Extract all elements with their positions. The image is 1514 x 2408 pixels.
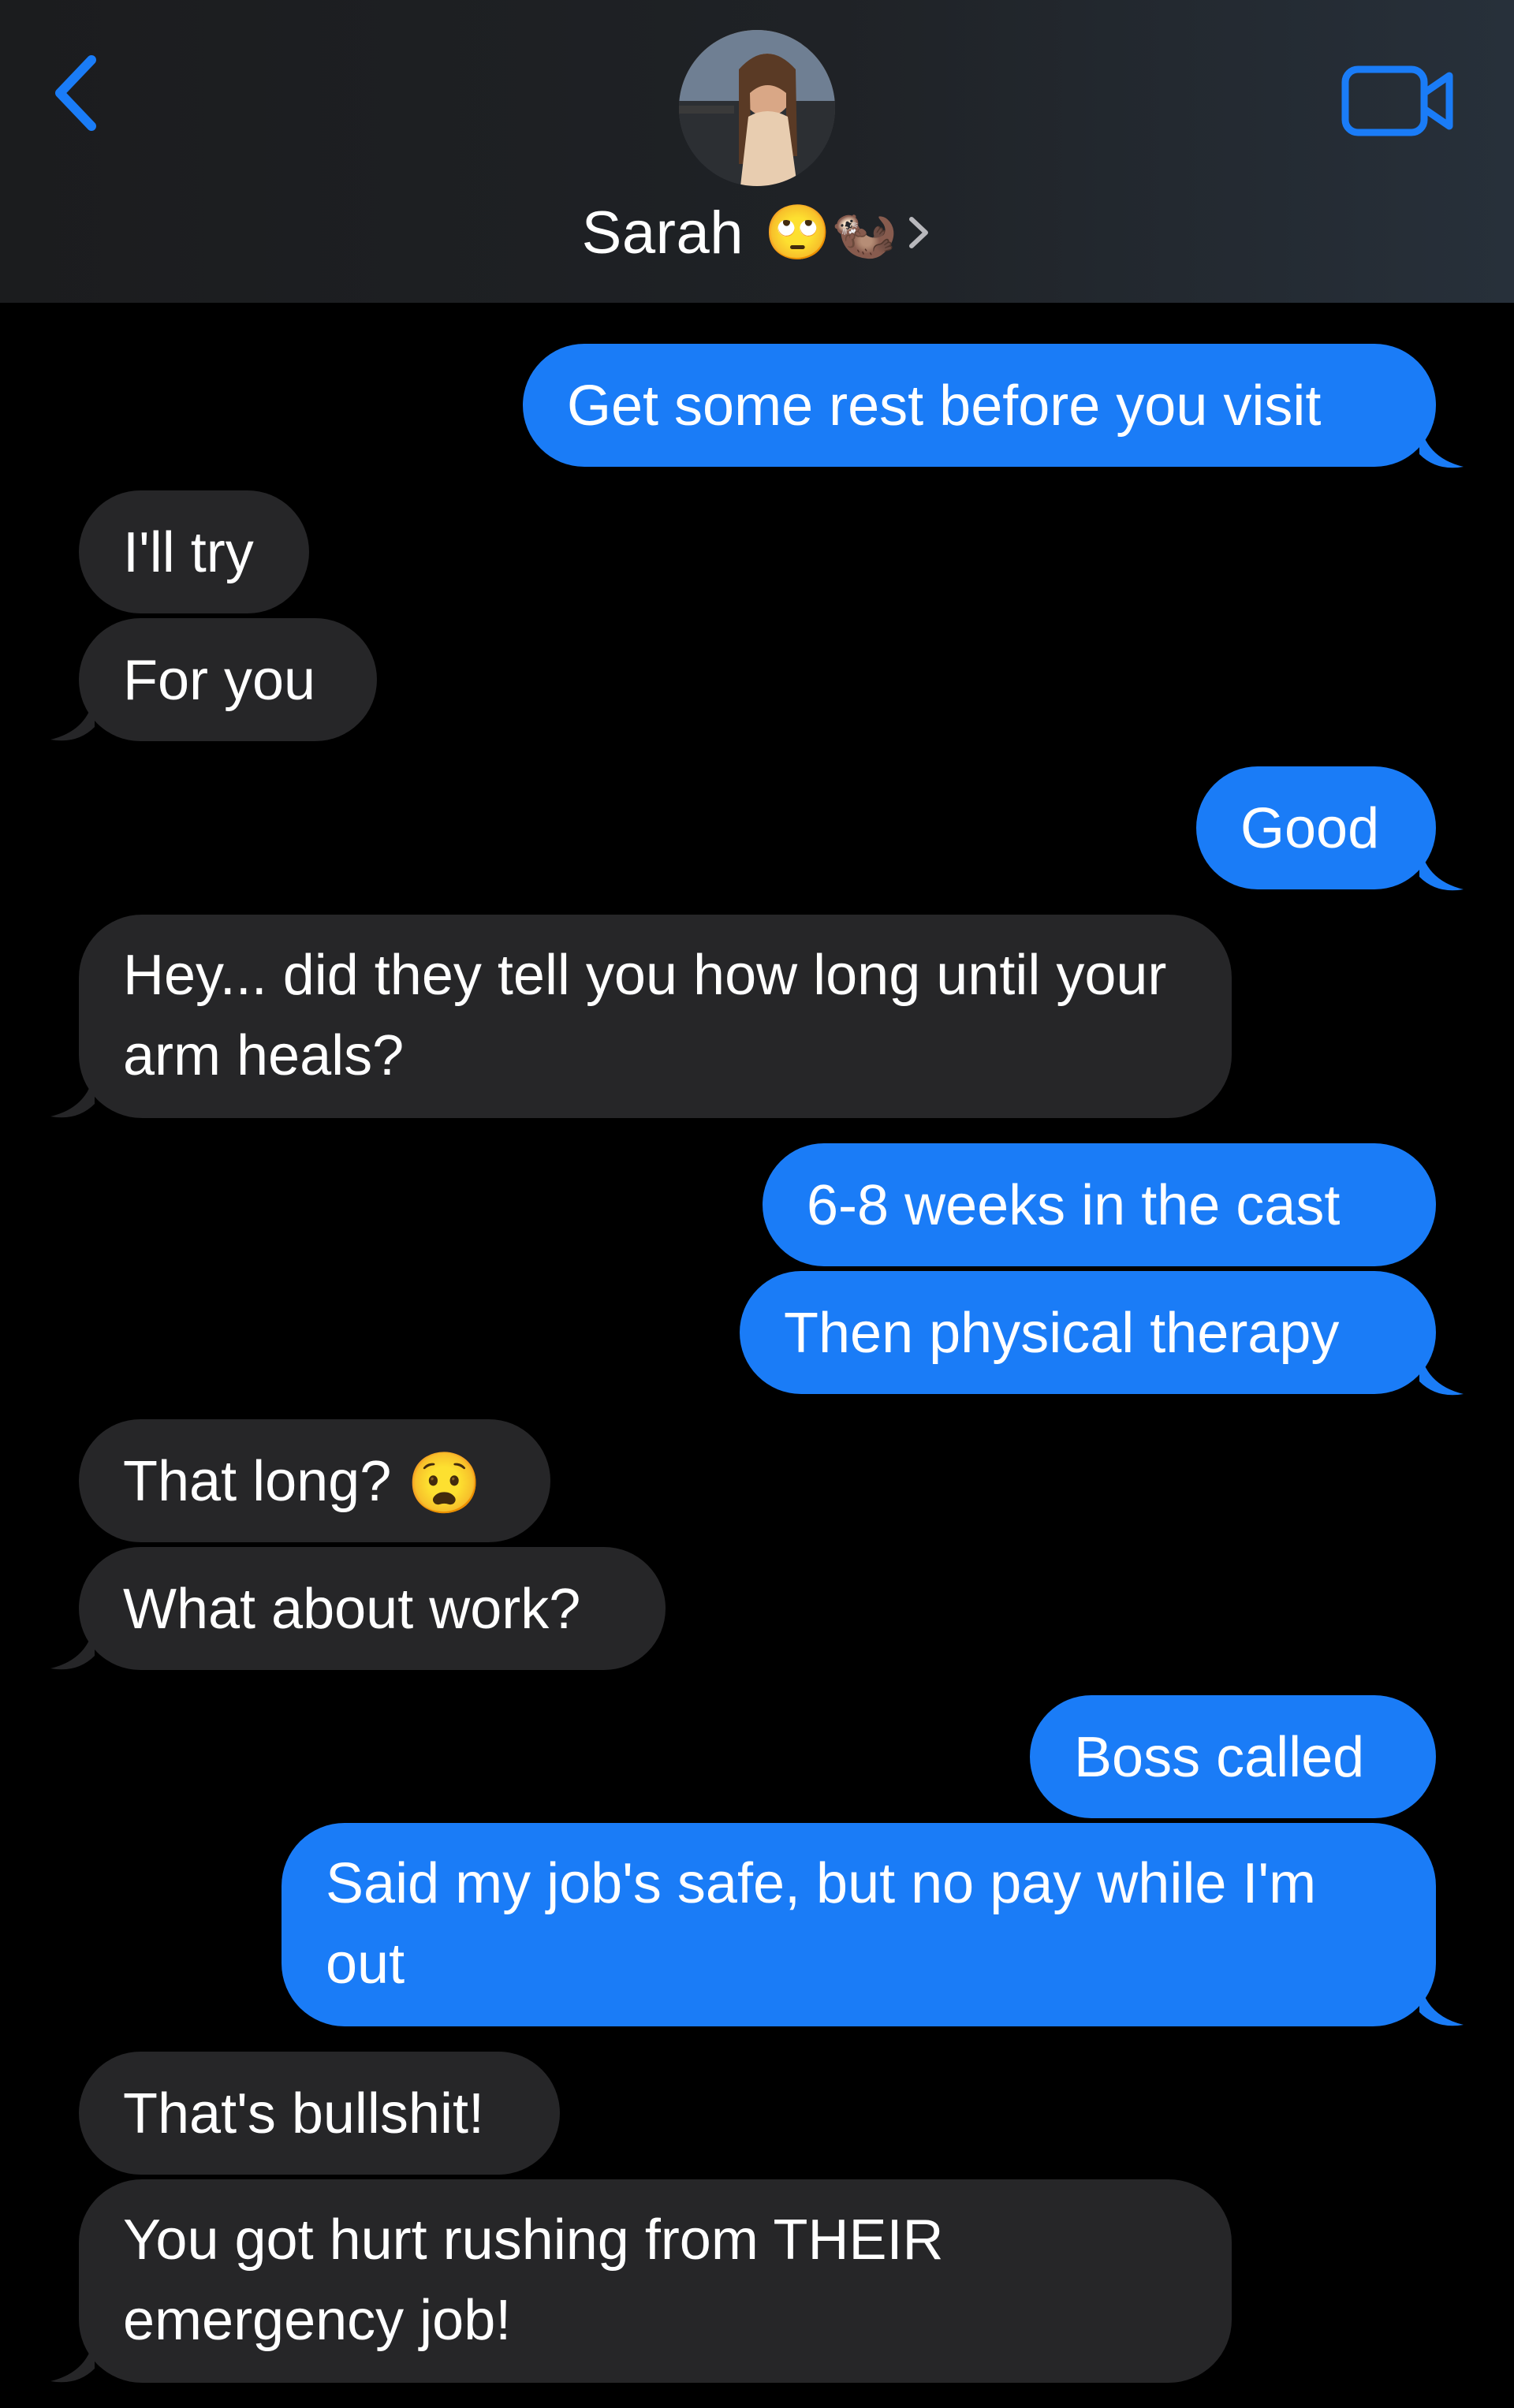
- message-bubble-received[interactable]: You got hurt rushing from THEIR emergenc…: [79, 2179, 1232, 2383]
- video-camera-icon: [1341, 65, 1453, 136]
- bubble-tail: [1419, 1347, 1464, 1396]
- message-text: You got hurt rushing from THEIR emergenc…: [123, 2209, 944, 2352]
- message-bubble-sent[interactable]: 6-8 weeks in the cast: [763, 1143, 1436, 1266]
- message-text: 6-8 weeks in the cast: [807, 1174, 1341, 1237]
- message-bubble-received[interactable]: That's bullshit!: [79, 2052, 560, 2175]
- message-text: That's bullshit!: [123, 2082, 484, 2145]
- message-bubble-received[interactable]: Hey... did they tell you how long until …: [79, 915, 1232, 1118]
- contact-name-button[interactable]: Sarah 🙄 🦦: [0, 189, 1514, 276]
- bubble-tail: [50, 2334, 95, 2383]
- message-text: Said my job's safe, but no pay while I'm…: [326, 1852, 1317, 1996]
- message-text: Get some rest before you visit: [567, 375, 1322, 438]
- contact-name: Sarah: [581, 199, 744, 267]
- anguished-face-emoji: 😧: [407, 1450, 482, 1517]
- chevron-left-icon: [55, 55, 96, 131]
- bubble-tail: [1419, 1977, 1464, 2026]
- message-bubble-sent[interactable]: Said my job's safe, but no pay while I'm…: [282, 1823, 1436, 2026]
- chevron-right-icon: [909, 217, 929, 248]
- message-bubble-received[interactable]: What about work?: [79, 1547, 666, 1670]
- bubble-tail: [1419, 419, 1464, 468]
- message-text: Hey... did they tell you how long until …: [123, 944, 1167, 1087]
- message-text: That long?: [123, 1450, 392, 1513]
- bubble-tail: [50, 1069, 95, 1118]
- eye-roll-emoji: 🙄: [763, 203, 831, 263]
- message-thread[interactable]: Get some rest before you visit I'll try …: [0, 303, 1514, 2408]
- message-bubble-received[interactable]: That long? 😧: [79, 1419, 550, 1542]
- contact-avatar[interactable]: [679, 30, 835, 186]
- bubble-tail: [1419, 842, 1464, 891]
- message-text: Good: [1240, 797, 1380, 860]
- message-bubble-sent[interactable]: Get some rest before you visit: [523, 344, 1436, 467]
- back-button[interactable]: [44, 46, 115, 140]
- message-bubble-received[interactable]: For you: [79, 618, 377, 741]
- bubble-tail: [50, 692, 95, 741]
- message-text: What about work?: [123, 1578, 581, 1641]
- otter-emoji: 🦦: [830, 203, 898, 263]
- message-bubble-sent[interactable]: Boss called: [1030, 1695, 1436, 1818]
- message-text: Then physical therapy: [784, 1302, 1340, 1365]
- conversation-header: Sarah 🙄 🦦: [0, 0, 1514, 303]
- message-bubble-sent[interactable]: Good: [1196, 766, 1436, 889]
- message-text: Boss called: [1074, 1726, 1365, 1789]
- bubble-tail: [50, 1621, 95, 1670]
- avatar-photo: [679, 30, 835, 186]
- message-text: I'll try: [123, 521, 254, 584]
- message-bubble-sent[interactable]: Then physical therapy: [740, 1271, 1436, 1394]
- message-bubble-received[interactable]: I'll try: [79, 490, 309, 613]
- video-call-button[interactable]: [1341, 62, 1456, 140]
- message-text: For you: [123, 649, 316, 712]
